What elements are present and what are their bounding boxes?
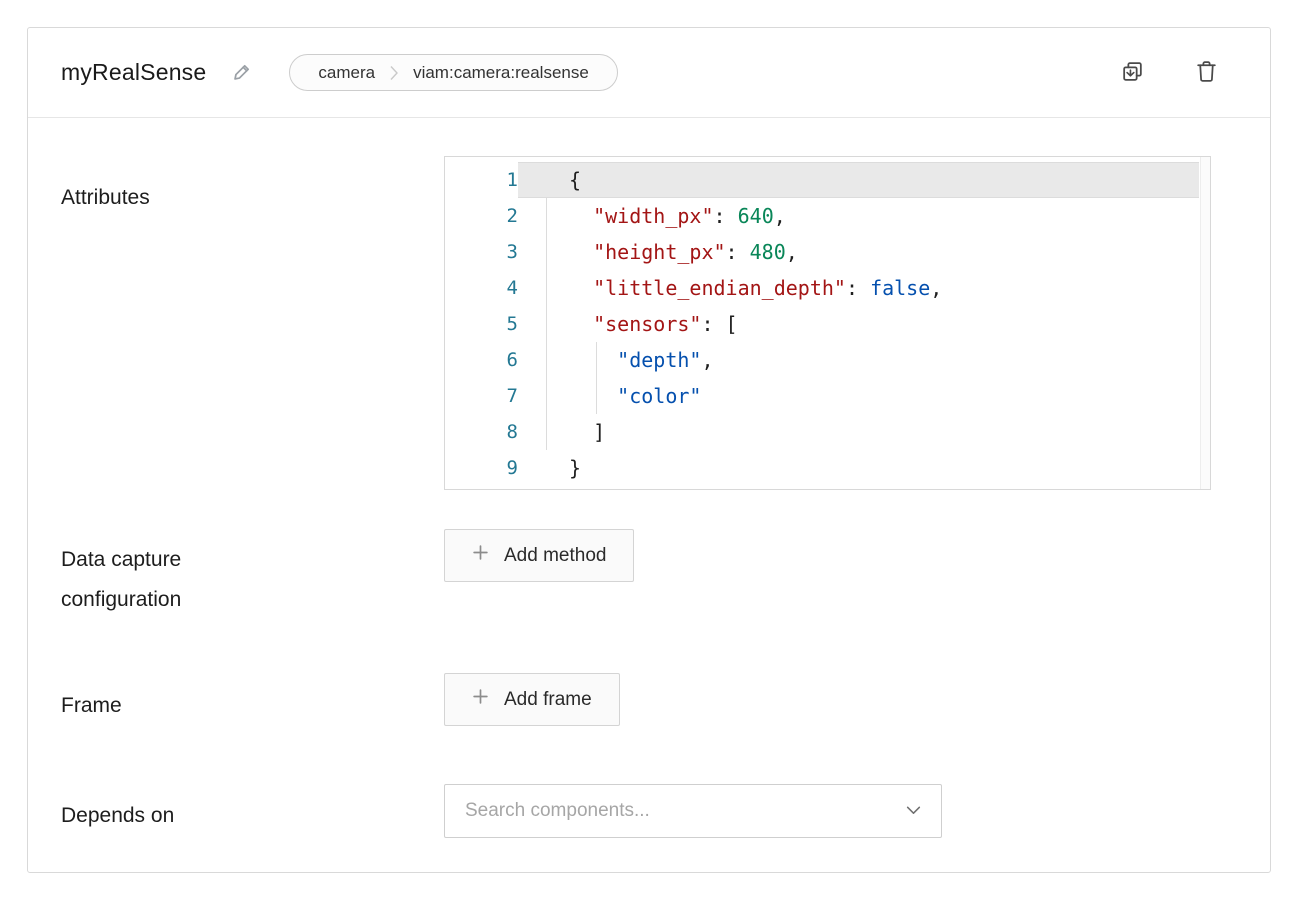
trash-icon	[1195, 59, 1218, 87]
component-type-pill: camera viam:camera:realsense	[289, 54, 617, 91]
code-line[interactable]: 6 "depth",	[445, 342, 1210, 378]
line-number: 6	[445, 342, 518, 378]
duplicate-icon	[1120, 59, 1145, 87]
line-number: 3	[445, 234, 518, 270]
component-type: camera	[318, 63, 375, 83]
delete-button[interactable]	[1195, 59, 1218, 87]
code-line-content: "little_endian_depth": false,	[518, 270, 1199, 306]
attributes-label: Attributes	[61, 178, 150, 218]
line-number: 1	[445, 162, 518, 198]
rename-button[interactable]	[232, 61, 253, 85]
indent-guide	[546, 198, 547, 450]
code-line[interactable]: 5 "sensors": [	[445, 306, 1210, 342]
component-title: myRealSense	[61, 59, 206, 86]
code-line-content: "width_px": 640,	[518, 198, 1199, 234]
code-line[interactable]: 1{	[445, 162, 1210, 198]
plus-icon	[472, 544, 489, 567]
duplicate-button[interactable]	[1120, 59, 1145, 87]
chevron-down-icon	[906, 802, 921, 820]
add-frame-label: Add frame	[504, 689, 592, 711]
code-line-content: "height_px": 480,	[518, 234, 1199, 270]
add-frame-button[interactable]: Add frame	[444, 673, 620, 726]
data-capture-label: Data capture configuration	[61, 540, 296, 620]
code-line-content: "color"	[518, 378, 1199, 414]
code-line-content: "depth",	[518, 342, 1199, 378]
depends-on-search-input[interactable]	[465, 800, 906, 822]
add-method-label: Add method	[504, 545, 606, 567]
code-line[interactable]: 9}	[445, 450, 1210, 486]
add-method-button[interactable]: Add method	[444, 529, 634, 582]
edit-pencil-icon	[232, 61, 253, 85]
code-line-content: "sensors": [	[518, 306, 1199, 342]
line-number: 9	[445, 450, 518, 486]
line-number: 7	[445, 378, 518, 414]
indent-guide	[596, 342, 597, 414]
component-header: myRealSense camera viam:camera:realsense	[28, 28, 1270, 118]
code-line[interactable]: 4 "little_endian_depth": false,	[445, 270, 1210, 306]
line-number: 8	[445, 414, 518, 450]
line-number: 2	[445, 198, 518, 234]
line-number: 4	[445, 270, 518, 306]
depends-on-select[interactable]	[444, 784, 942, 838]
line-number: 5	[445, 306, 518, 342]
code-line[interactable]: 2 "width_px": 640,	[445, 198, 1210, 234]
code-line[interactable]: 3 "height_px": 480,	[445, 234, 1210, 270]
header-actions	[1120, 59, 1218, 87]
code-line[interactable]: 8 ]	[445, 414, 1210, 450]
depends-on-label: Depends on	[61, 796, 174, 836]
code-line-content: {	[518, 162, 1199, 198]
component-card: myRealSense camera viam:camera:realsense	[27, 27, 1271, 873]
code-line-content: }	[518, 450, 1199, 486]
code-line-content: ]	[518, 414, 1199, 450]
code-line[interactable]: 7 "color"	[445, 378, 1210, 414]
attributes-code-editor[interactable]: 1{2 "width_px": 640,3 "height_px": 480,4…	[444, 156, 1211, 490]
plus-icon	[472, 688, 489, 711]
breadcrumb-chevron-icon	[390, 65, 398, 81]
frame-label: Frame	[61, 686, 122, 726]
component-model: viam:camera:realsense	[413, 63, 589, 83]
editor-scrollbar[interactable]	[1200, 157, 1210, 489]
attributes-code: 1{2 "width_px": 640,3 "height_px": 480,4…	[445, 162, 1210, 486]
